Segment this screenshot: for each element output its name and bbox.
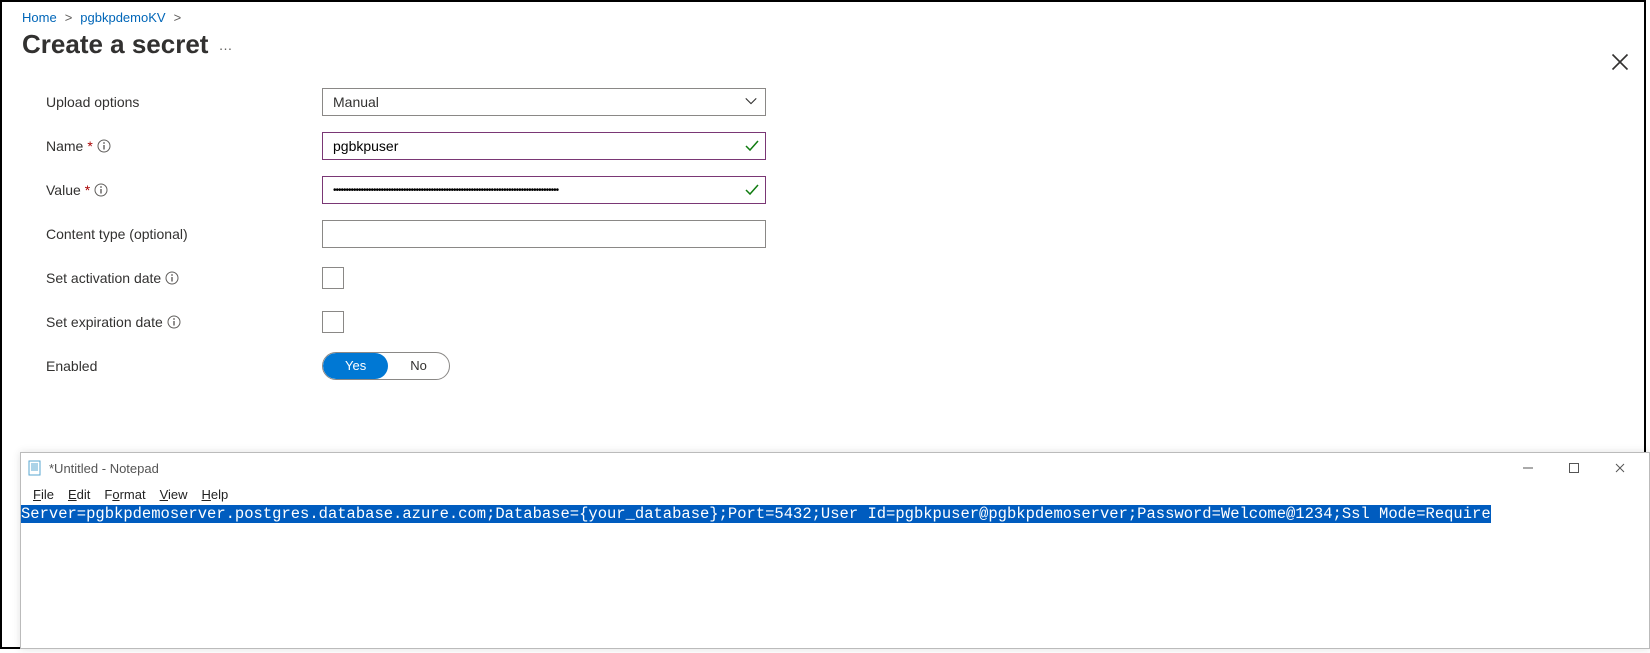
value-input[interactable]: [322, 176, 766, 204]
page-title: Create a secret: [22, 29, 208, 60]
value-label: Value: [46, 182, 81, 198]
more-menu-button[interactable]: …: [218, 37, 234, 53]
name-input[interactable]: [322, 132, 766, 160]
enabled-label: Enabled: [46, 358, 322, 374]
notepad-selected-text: Server=pgbkpdemoserver.postgres.database…: [21, 505, 1491, 523]
upload-options-label: Upload options: [46, 94, 322, 110]
activation-date-label: Set activation date: [46, 270, 161, 286]
toggle-no[interactable]: No: [388, 353, 449, 379]
close-button[interactable]: [1597, 453, 1643, 483]
menu-file[interactable]: File: [27, 487, 60, 502]
toggle-yes[interactable]: Yes: [323, 353, 388, 379]
notepad-app-icon: [27, 460, 43, 476]
required-asterisk: *: [85, 182, 90, 198]
azure-portal-panel: Home > pgbkpdemoKV > Create a secret … U…: [2, 2, 1644, 451]
info-icon[interactable]: [165, 271, 179, 285]
minimize-button[interactable]: [1505, 453, 1551, 483]
required-asterisk: *: [87, 138, 92, 154]
notepad-text-area[interactable]: Server=pgbkpdemoserver.postgres.database…: [21, 505, 1649, 524]
info-icon[interactable]: [167, 315, 181, 329]
notepad-title: *Untitled - Notepad: [49, 461, 1505, 476]
valid-check-icon: [744, 138, 760, 157]
notepad-window: *Untitled - Notepad File Edit Format Vie…: [20, 452, 1650, 649]
breadcrumb: Home > pgbkpdemoKV >: [2, 2, 1644, 25]
info-icon[interactable]: [94, 183, 108, 197]
menu-view[interactable]: View: [154, 487, 194, 502]
close-icon: [1614, 462, 1626, 474]
maximize-button[interactable]: [1551, 453, 1597, 483]
menu-format[interactable]: Format: [98, 487, 151, 502]
breadcrumb-keyvault[interactable]: pgbkpdemoKV: [80, 10, 165, 25]
expiration-date-label: Set expiration date: [46, 314, 163, 330]
content-type-input[interactable]: [322, 220, 766, 248]
menu-edit[interactable]: Edit: [62, 487, 96, 502]
expiration-date-checkbox[interactable]: [322, 311, 344, 333]
info-icon[interactable]: [97, 139, 111, 153]
activation-date-checkbox[interactable]: [322, 267, 344, 289]
content-type-label: Content type (optional): [46, 226, 322, 242]
close-button[interactable]: [1610, 52, 1630, 75]
enabled-toggle[interactable]: Yes No: [322, 352, 450, 380]
close-icon: [1610, 52, 1630, 72]
valid-check-icon: [744, 182, 760, 201]
minimize-icon: [1522, 462, 1534, 474]
name-label: Name: [46, 138, 83, 154]
chevron-right-icon: >: [174, 10, 182, 25]
maximize-icon: [1568, 462, 1580, 474]
chevron-right-icon: >: [65, 10, 73, 25]
upload-options-select[interactable]: Manual: [322, 88, 766, 116]
breadcrumb-home[interactable]: Home: [22, 10, 57, 25]
menu-help[interactable]: Help: [196, 487, 235, 502]
notepad-menu-bar: File Edit Format View Help: [21, 483, 1649, 505]
